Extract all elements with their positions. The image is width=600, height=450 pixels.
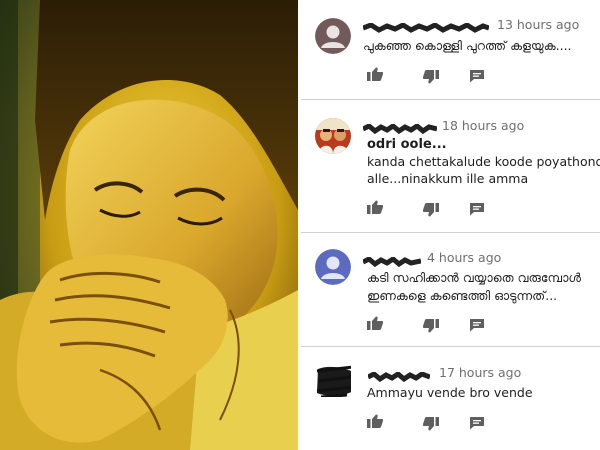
comment-timestamp: 17 hours ago bbox=[439, 365, 522, 380]
thumbs-up-icon[interactable] bbox=[367, 414, 383, 428]
comment-text: ഇണകളെ കണ്ടെത്തി ഓടുന്നത്... bbox=[367, 288, 558, 303]
thumbs-down-icon[interactable] bbox=[423, 203, 439, 217]
reply-comment-icon[interactable] bbox=[469, 416, 485, 430]
comment-text: കടി സഹിക്കാൻ വയ്യാതെ വരുമ്പോൾ bbox=[367, 270, 581, 285]
default-user-avatar[interactable] bbox=[315, 249, 351, 285]
reply-comment-icon[interactable] bbox=[469, 202, 485, 216]
redacted-author-name bbox=[361, 119, 438, 135]
crying-woman-photo bbox=[0, 0, 298, 450]
comment-text: Ammayu vende bro vende bbox=[367, 385, 533, 400]
redacted-author-name bbox=[362, 18, 490, 33]
thumbs-up-icon[interactable] bbox=[367, 200, 383, 214]
comment-text: പുകഞ്ഞ കൊള്ളി പുറത്ത് കളയുക.... bbox=[363, 38, 572, 53]
comment-text: alle...ninakkum ille amma bbox=[367, 171, 529, 186]
thumbs-down-icon[interactable] bbox=[423, 417, 439, 431]
thumbs-up-icon[interactable] bbox=[367, 67, 383, 81]
default-user-avatar[interactable] bbox=[315, 18, 351, 54]
thumbs-down-icon[interactable] bbox=[423, 70, 439, 84]
comments-panel: 13 hours ago പുകഞ്ഞ കൊള്ളി പുറത്ത് കളയുക… bbox=[301, 0, 600, 450]
scribbled-avatar[interactable] bbox=[315, 361, 351, 397]
redacted-author-name bbox=[361, 252, 422, 268]
comment-item: 18 hours ago odri oole... kanda chettaka… bbox=[301, 100, 600, 233]
comment-headline: odri oole... bbox=[367, 137, 447, 152]
thumbs-up-icon[interactable] bbox=[367, 316, 383, 330]
comment-item: 13 hours ago പുകഞ്ഞ കൊള്ളി പുറത്ത് കളയുക… bbox=[301, 0, 600, 100]
thumbs-down-icon[interactable] bbox=[423, 319, 439, 333]
comment-timestamp: 13 hours ago bbox=[497, 17, 580, 32]
redacted-author-name bbox=[366, 367, 431, 383]
reply-comment-icon[interactable] bbox=[469, 318, 485, 332]
comment-timestamp: 4 hours ago bbox=[427, 250, 502, 265]
comment-item: 4 hours ago കടി സഹിക്കാൻ വയ്യാതെ വരുമ്പോ… bbox=[301, 233, 600, 346]
comment-item: 17 hours ago Ammayu vende bro vende bbox=[301, 347, 600, 450]
reply-comment-icon[interactable] bbox=[469, 69, 485, 83]
photo-avatar[interactable] bbox=[315, 118, 351, 154]
comment-timestamp: 18 hours ago bbox=[442, 118, 525, 133]
